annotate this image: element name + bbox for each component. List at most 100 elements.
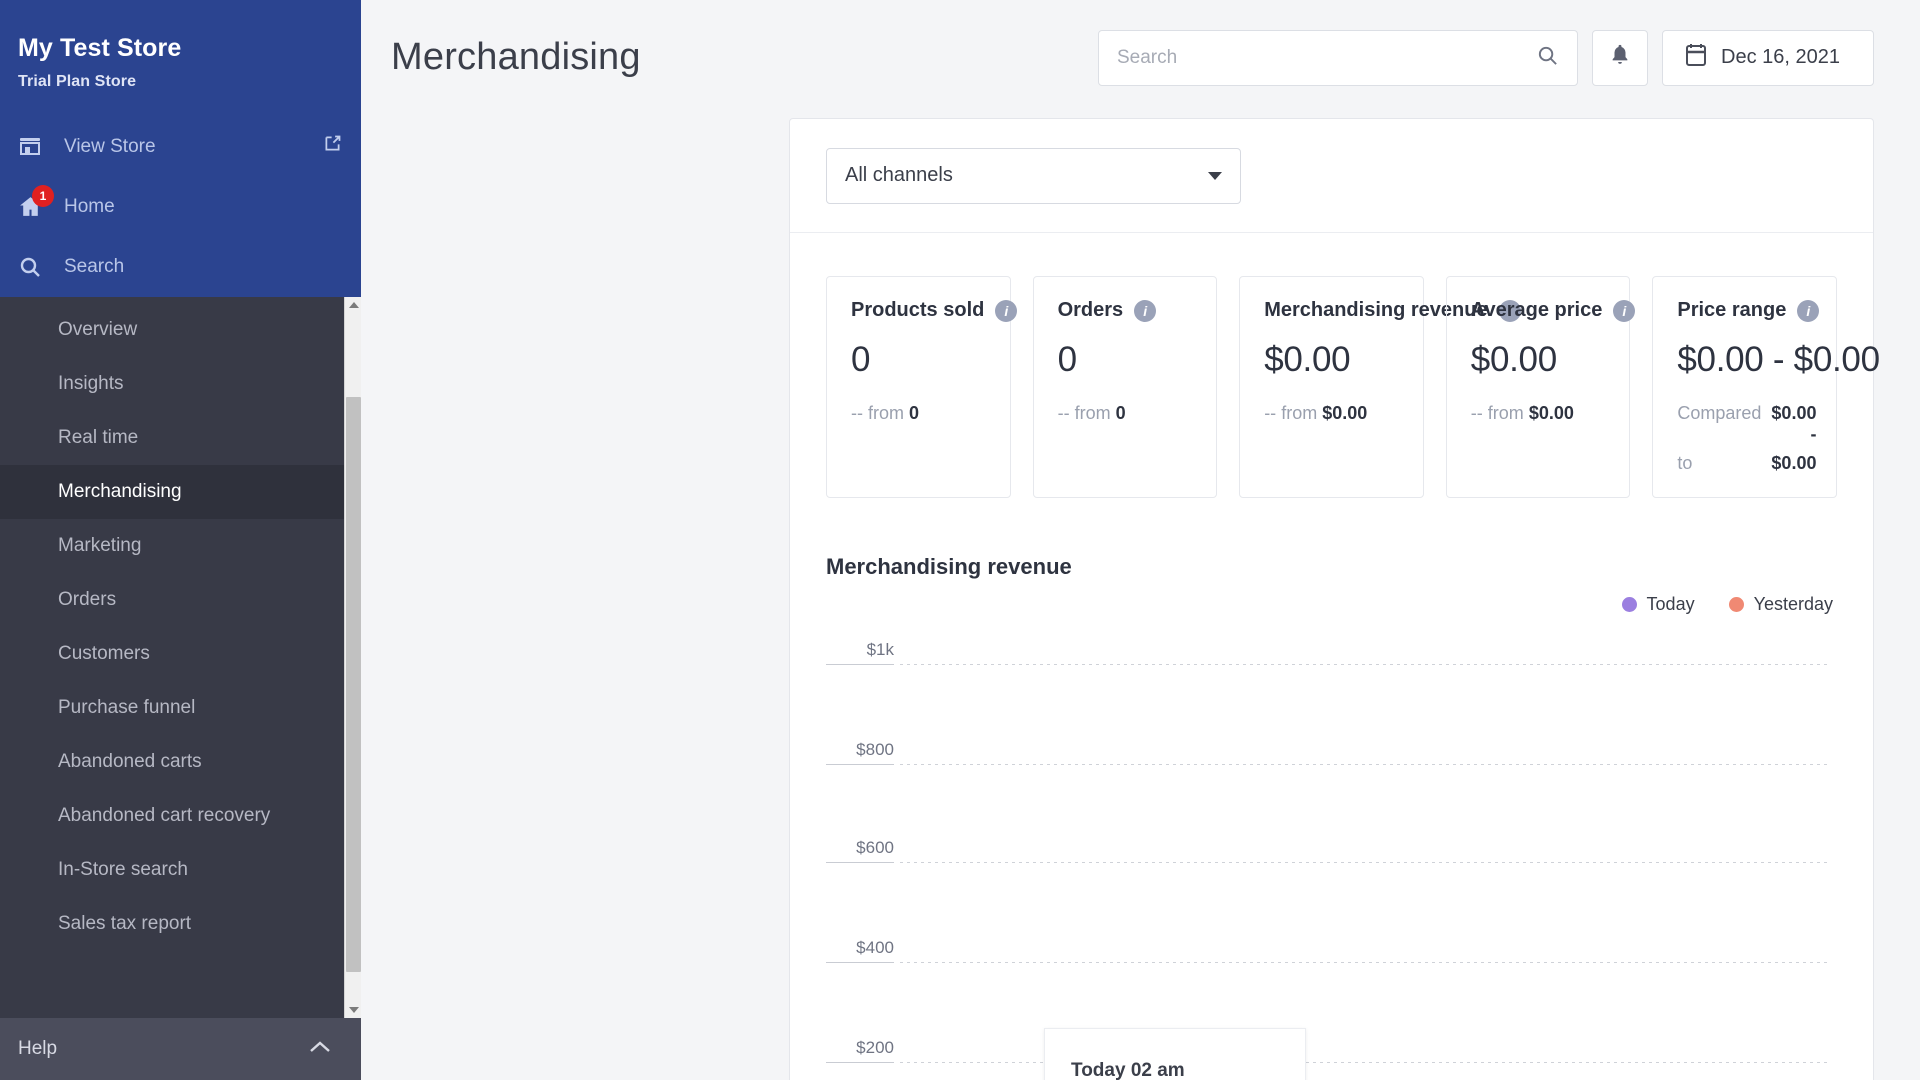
gridline-row: $800: [826, 740, 1837, 765]
scrollbar-up-button[interactable]: [345, 296, 361, 314]
sidebar-scrollbar[interactable]: [344, 296, 361, 1018]
gridline-row: $1k: [826, 640, 1837, 665]
search-icon: [18, 255, 50, 279]
card-compare-value: $0.00: [1528, 403, 1574, 423]
sidebar-brand: My Test Store Trial Plan Store: [0, 0, 361, 91]
info-icon[interactable]: i: [1613, 299, 1636, 322]
chevron-up-icon: [309, 1038, 331, 1060]
store-name: My Test Store: [18, 34, 182, 62]
sidebar-item-view-store[interactable]: View Store: [0, 117, 361, 177]
scrollbar-down-button[interactable]: [345, 1001, 361, 1018]
sidebar-menu-scroll-area: Overview Insights Real time Merchandisin…: [0, 296, 361, 1018]
sidebar-item-label: Merchandising: [58, 480, 182, 502]
revenue-chart-section: Merchandising revenue Today Yesterday $1…: [790, 498, 1873, 1080]
app-root: My Test Store Trial Plan Store View Stor…: [0, 0, 1920, 1080]
sidebar-item-merchandising[interactable]: Merchandising: [0, 464, 361, 519]
sidebar-item-marketing[interactable]: Marketing: [0, 519, 361, 573]
chart-tooltip: Today 02 am: [1044, 1028, 1306, 1080]
sidebar-help-button[interactable]: Help: [0, 1018, 361, 1080]
sidebar-item-real-time[interactable]: Real time: [0, 411, 361, 465]
home-icon: 1: [18, 185, 54, 219]
external-link-icon: [322, 133, 343, 160]
chevron-up-icon: [348, 302, 359, 309]
sidebar-item-customers[interactable]: Customers: [0, 627, 361, 681]
y-axis-tick-label: $1k: [866, 640, 894, 659]
search-icon[interactable]: [1536, 44, 1559, 72]
calendar-icon: [1685, 43, 1707, 72]
card-comparison: -- from $0.00: [1471, 403, 1606, 424]
sidebar-item-abandoned-cart-recovery[interactable]: Abandoned cart recovery: [0, 789, 361, 843]
sidebar-item-sales-tax-report[interactable]: Sales tax report: [0, 897, 361, 951]
card-compare-label-2: to: [1677, 453, 1693, 473]
card-change: --: [1057, 403, 1070, 423]
info-icon[interactable]: i: [1797, 299, 1820, 322]
sidebar-item-label: Insights: [58, 372, 124, 394]
gridline-row: $400: [826, 938, 1837, 963]
sidebar-item-purchase-funnel[interactable]: Purchase funnel: [0, 681, 361, 735]
search-box[interactable]: [1098, 29, 1578, 86]
y-axis-tick: [826, 862, 894, 863]
card-title: Average price: [1470, 299, 1603, 321]
sidebar-item-overview[interactable]: Overview: [0, 303, 361, 357]
store-plan: Trial Plan Store: [18, 72, 137, 90]
sidebar-item-search[interactable]: Search: [0, 237, 361, 297]
y-axis-tick: [826, 764, 894, 765]
channel-select[interactable]: All channels: [826, 147, 1241, 204]
bell-icon: [1609, 43, 1631, 72]
sidebar-item-label: View Store: [64, 135, 156, 157]
card-change: --: [1264, 403, 1277, 423]
legend-swatch: [1621, 597, 1637, 612]
sidebar-item-insights[interactable]: Insights: [0, 357, 361, 411]
scrollbar-thumb[interactable]: [346, 396, 361, 972]
tooltip-title: Today 02 am: [1071, 1060, 1185, 1080]
gridline: [900, 962, 1829, 963]
card-comparison: -- from 0: [851, 403, 986, 424]
top-bar: Merchandising Search Dec 16, 2021: [361, 0, 1920, 115]
legend-item-today[interactable]: Today: [1621, 594, 1695, 615]
date-range-label: Dec 16, 2021: [1721, 46, 1840, 68]
info-icon[interactable]: i: [1134, 299, 1157, 322]
gridline: [900, 764, 1829, 765]
merchandising-panel: All channels Products sold i 0 -- from 0: [789, 118, 1880, 1080]
sidebar-item-label: Sales tax report: [58, 912, 192, 934]
sidebar-item-label: Search: [64, 255, 125, 277]
info-icon[interactable]: i: [995, 299, 1018, 322]
y-axis-tick-label: $600: [856, 838, 894, 857]
y-axis-tick-label: $800: [856, 740, 894, 759]
card-title: Orders: [1057, 299, 1124, 321]
legend-item-yesterday[interactable]: Yesterday: [1728, 594, 1833, 615]
search-input[interactable]: [1117, 46, 1536, 69]
sidebar-item-abandoned-carts[interactable]: Abandoned carts: [0, 735, 361, 789]
sidebar-item-label: Purchase funnel: [58, 696, 196, 718]
gridline-row: $600: [826, 838, 1837, 863]
help-label: Help: [18, 1038, 58, 1059]
card-comparison: -- from $0.00: [1264, 403, 1399, 424]
date-range-picker[interactable]: Dec 16, 2021: [1662, 29, 1874, 86]
card-title: Products sold: [851, 299, 985, 321]
y-axis-tick-label: $400: [856, 938, 894, 957]
card-header: Products sold i: [851, 299, 1018, 322]
sidebar-item-home[interactable]: 1 Home: [0, 177, 361, 237]
chevron-down-icon: [1208, 171, 1222, 180]
kpi-card-average-price: Average price i $0.00 -- from $0.00: [1445, 276, 1636, 498]
card-value: $0.00: [1264, 340, 1351, 379]
card-title: Price range: [1677, 299, 1787, 321]
sidebar-item-label: Orders: [58, 588, 117, 610]
card-value: 0: [1057, 340, 1077, 379]
sidebar-item-label: Abandoned carts: [58, 750, 202, 772]
chart-title: Merchandising revenue: [826, 554, 1072, 579]
chevron-down-icon: [348, 1006, 359, 1013]
card-compare-label-1: Compared: [1677, 403, 1762, 423]
top-bar-actions: Dec 16, 2021: [1098, 29, 1874, 86]
card-change: --: [851, 403, 863, 423]
card-header: Orders i: [1058, 299, 1193, 322]
notifications-button[interactable]: [1592, 29, 1648, 86]
card-header: Average price i: [1470, 299, 1636, 322]
card-compare-value: $0.00: [1322, 403, 1368, 423]
gridline: [900, 862, 1829, 863]
y-axis-tick: [826, 962, 894, 963]
sidebar-item-orders[interactable]: Orders: [0, 573, 361, 627]
y-axis-tick-label: $200: [856, 1038, 894, 1057]
sidebar-item-in-store-search[interactable]: In-Store search: [0, 843, 361, 897]
kpi-card-price-range: Price range i $0.00 - $0.00 Compared $0.…: [1652, 276, 1880, 498]
